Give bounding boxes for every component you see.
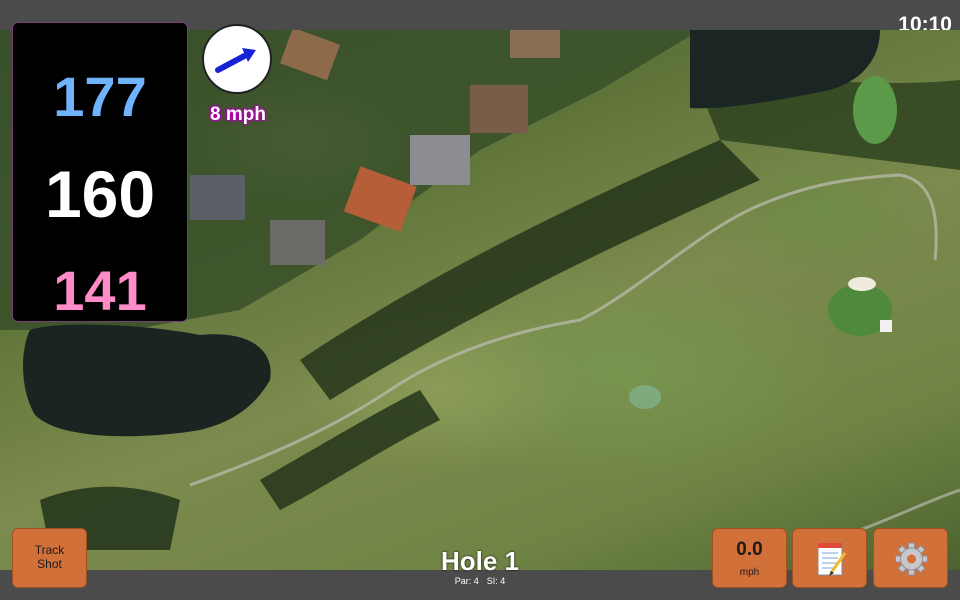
gear-icon xyxy=(895,542,928,576)
scorecard-button[interactable] xyxy=(792,528,867,588)
hole-info: Par: 4 SI: 4 xyxy=(380,577,580,586)
middle-yardage: 160 xyxy=(44,157,156,231)
back-yardage: 177 xyxy=(53,65,147,128)
par-label: Par: 4 xyxy=(454,576,479,586)
wind-direction-arrow-icon xyxy=(215,48,256,73)
wind-speed-label: 8 mph xyxy=(210,104,266,125)
yardage-panel: 177 160 141 xyxy=(12,22,188,322)
track-shot-button[interactable]: Track Shot xyxy=(12,528,87,588)
wind-readout-button[interactable]: 0.0 mph xyxy=(712,528,787,588)
track-shot-label: Track Shot xyxy=(34,543,65,571)
hole-title: Hole 1 xyxy=(440,546,520,576)
front-yardage: 141 xyxy=(53,259,147,322)
stroke-index-label: SI: 4 xyxy=(486,576,506,586)
notepad-icon xyxy=(817,543,847,576)
settings-button[interactable] xyxy=(873,528,948,588)
wind-readout-unit: mph xyxy=(739,567,760,578)
wind-direction-indicator xyxy=(202,24,272,94)
wind-readout-value: 0.0 xyxy=(736,539,763,560)
